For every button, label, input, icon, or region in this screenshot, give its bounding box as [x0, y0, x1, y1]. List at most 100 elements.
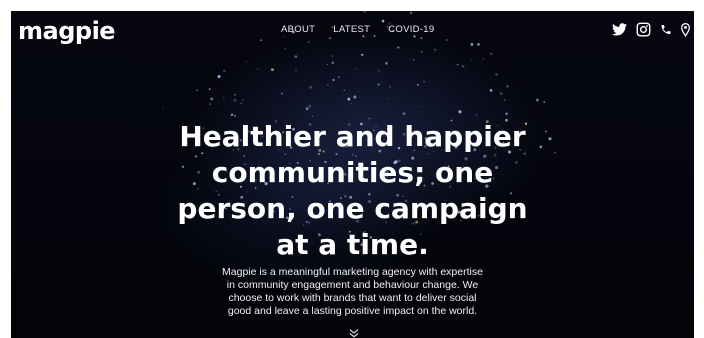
- star-dot: [347, 97, 351, 101]
- star-dot: [495, 73, 498, 76]
- star-dot: [441, 25, 443, 27]
- hero-description-line: good and leave a lasting positive impact…: [227, 305, 478, 317]
- star-dot: [476, 114, 478, 116]
- star-dot: [162, 107, 164, 109]
- star-dot: [284, 48, 286, 50]
- star-dot: [413, 59, 415, 61]
- star-dot: [378, 70, 380, 72]
- star-dot: [457, 64, 459, 66]
- star-dot: [233, 98, 237, 102]
- star-dot: [503, 99, 506, 102]
- nav-covid-19[interactable]: COVID-19: [388, 24, 434, 35]
- star-dot: [209, 103, 211, 105]
- star-dot: [410, 11, 413, 14]
- star-dot: [353, 95, 357, 99]
- social-links: [612, 22, 690, 37]
- star-dot: [326, 84, 329, 86]
- star-dot: [260, 39, 262, 42]
- star-dot: [234, 94, 236, 96]
- star-dot: [329, 37, 331, 39]
- star-dot: [417, 84, 419, 86]
- location-pin-icon[interactable]: [681, 22, 690, 37]
- star-dot: [470, 42, 474, 46]
- star-dot: [458, 110, 462, 114]
- star-dot: [210, 97, 214, 101]
- hero-description-line: in community engagement and behaviour ch…: [226, 279, 479, 291]
- star-dot: [433, 48, 437, 52]
- star-dot: [294, 55, 298, 58]
- star-dot: [308, 104, 312, 108]
- nav-about[interactable]: ABOUT: [281, 24, 315, 35]
- star-dot: [373, 35, 376, 37]
- star-dot: [234, 114, 236, 117]
- star-dot: [343, 89, 345, 92]
- star-dot: [361, 53, 364, 56]
- star-dot: [423, 81, 425, 83]
- phone-icon[interactable]: [660, 23, 672, 36]
- star-dot: [305, 107, 309, 111]
- star-dot: [389, 86, 391, 88]
- star-dot: [196, 89, 198, 91]
- star-dot: [295, 69, 297, 71]
- star-dot: [397, 46, 400, 49]
- magpie-logo[interactable]: magpie: [18, 17, 116, 45]
- star-dot: [283, 36, 285, 38]
- star-dot: [208, 88, 211, 91]
- hero-description-line: Magpie is a meaningful marketing agency …: [222, 266, 483, 278]
- star-dot: [309, 85, 313, 89]
- star-dot: [445, 39, 448, 41]
- star-dot: [312, 115, 314, 118]
- star-dot: [355, 68, 357, 70]
- hero-heading-line: Healthier and happier: [179, 120, 526, 153]
- star-dot: [505, 112, 508, 116]
- hero-description-line: choose to work with brands that want to …: [228, 292, 477, 304]
- hero-heading: Healthier and happier communities; one p…: [11, 119, 694, 263]
- star-dot: [270, 68, 274, 72]
- star-dot: [338, 76, 340, 78]
- star-dot: [471, 58, 473, 61]
- main-nav: ABOUT LATEST COVID-19: [281, 24, 434, 35]
- star-dot: [490, 52, 493, 56]
- hero-heading-line: person, one campaign: [177, 192, 528, 225]
- star-dot: [536, 98, 539, 102]
- star-dot: [482, 58, 484, 60]
- star-dot: [499, 92, 503, 96]
- star-dot: [332, 79, 335, 81]
- instagram-icon[interactable]: [636, 22, 651, 37]
- star-dot: [326, 63, 329, 66]
- star-dot: [461, 64, 465, 68]
- hero-section: magpie ABOUT LATEST COVID-19 Healthier a…: [11, 11, 694, 338]
- chevron-down-icon[interactable]: [349, 325, 359, 338]
- star-dot: [217, 74, 221, 79]
- star-dot: [350, 103, 352, 105]
- star-dot: [402, 112, 406, 115]
- star-dot: [421, 51, 423, 53]
- star-dot: [240, 102, 243, 105]
- hero-heading-line: communities; one: [211, 156, 494, 189]
- hero-description: Magpie is a meaningful marketing agency …: [11, 266, 694, 318]
- star-dot: [421, 106, 423, 108]
- twitter-icon[interactable]: [612, 23, 627, 36]
- star-dot: [223, 69, 226, 73]
- star-dot: [281, 92, 283, 95]
- star-dot: [242, 99, 244, 102]
- star-dot: [420, 37, 423, 40]
- star-dot: [223, 97, 225, 99]
- star-dot: [377, 83, 380, 86]
- star-dot: [477, 43, 480, 46]
- hero-heading-line: at a time.: [276, 228, 429, 261]
- star-dot: [363, 11, 366, 13]
- star-dot: [331, 61, 335, 65]
- star-dot: [543, 101, 546, 103]
- nav-latest[interactable]: LATEST: [333, 24, 370, 35]
- star-dot: [362, 35, 365, 38]
- star-dot: [489, 89, 493, 92]
- star-dot: [245, 61, 248, 63]
- star-dot: [393, 58, 395, 60]
- star-dot: [506, 84, 509, 88]
- star-dot: [257, 68, 259, 70]
- star-dot: [385, 62, 388, 65]
- star-dot: [307, 40, 310, 44]
- star-dot: [388, 98, 390, 100]
- star-dot: [413, 35, 416, 38]
